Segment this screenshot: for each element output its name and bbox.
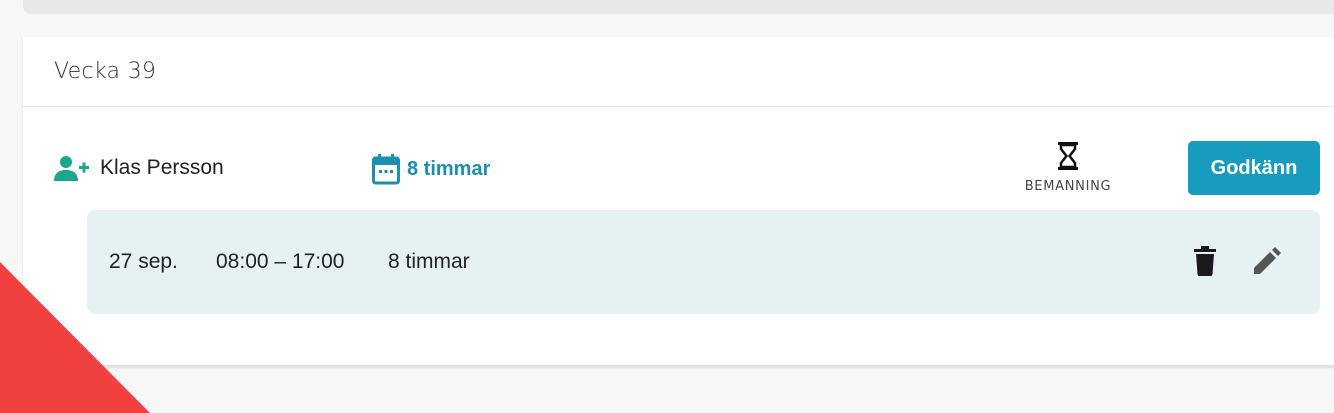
shift-row: 27 sep. 08:00 – 17:00 8 timmar <box>87 210 1320 314</box>
person-row: Klas Persson 8 timmar BEMANNING Godkänn <box>23 141 1334 209</box>
shift-time-range: 08:00 – 17:00 <box>216 250 345 273</box>
week-card-header: Vecka 39 <box>23 37 1334 107</box>
pencil-icon <box>1252 247 1282 279</box>
person-info: Klas Persson <box>53 155 224 181</box>
week-card: Vecka 39 Klas Persson 8 timmar BEMANNING… <box>23 37 1334 367</box>
delete-shift-button[interactable] <box>1191 246 1219 278</box>
card-bottom-divider <box>23 365 1334 367</box>
person-add-icon <box>53 155 89 181</box>
calendar-icon <box>371 153 401 185</box>
bemanning-status: BEMANNING <box>1003 141 1133 194</box>
previous-card-bottom <box>23 0 1334 14</box>
approve-button[interactable]: Godkänn <box>1188 141 1320 195</box>
week-title: Vecka 39 <box>54 59 157 84</box>
hourglass-icon <box>1057 141 1079 171</box>
shift-hours: 8 timmar <box>388 250 470 273</box>
bemanning-label: BEMANNING <box>1024 179 1112 194</box>
edit-shift-button[interactable] <box>1251 246 1283 278</box>
hours-summary: 8 timmar <box>371 153 490 185</box>
corner-ribbon <box>0 262 150 413</box>
hours-total: 8 timmar <box>407 157 491 180</box>
person-name: Klas Persson <box>100 156 224 179</box>
trash-icon <box>1193 246 1217 279</box>
